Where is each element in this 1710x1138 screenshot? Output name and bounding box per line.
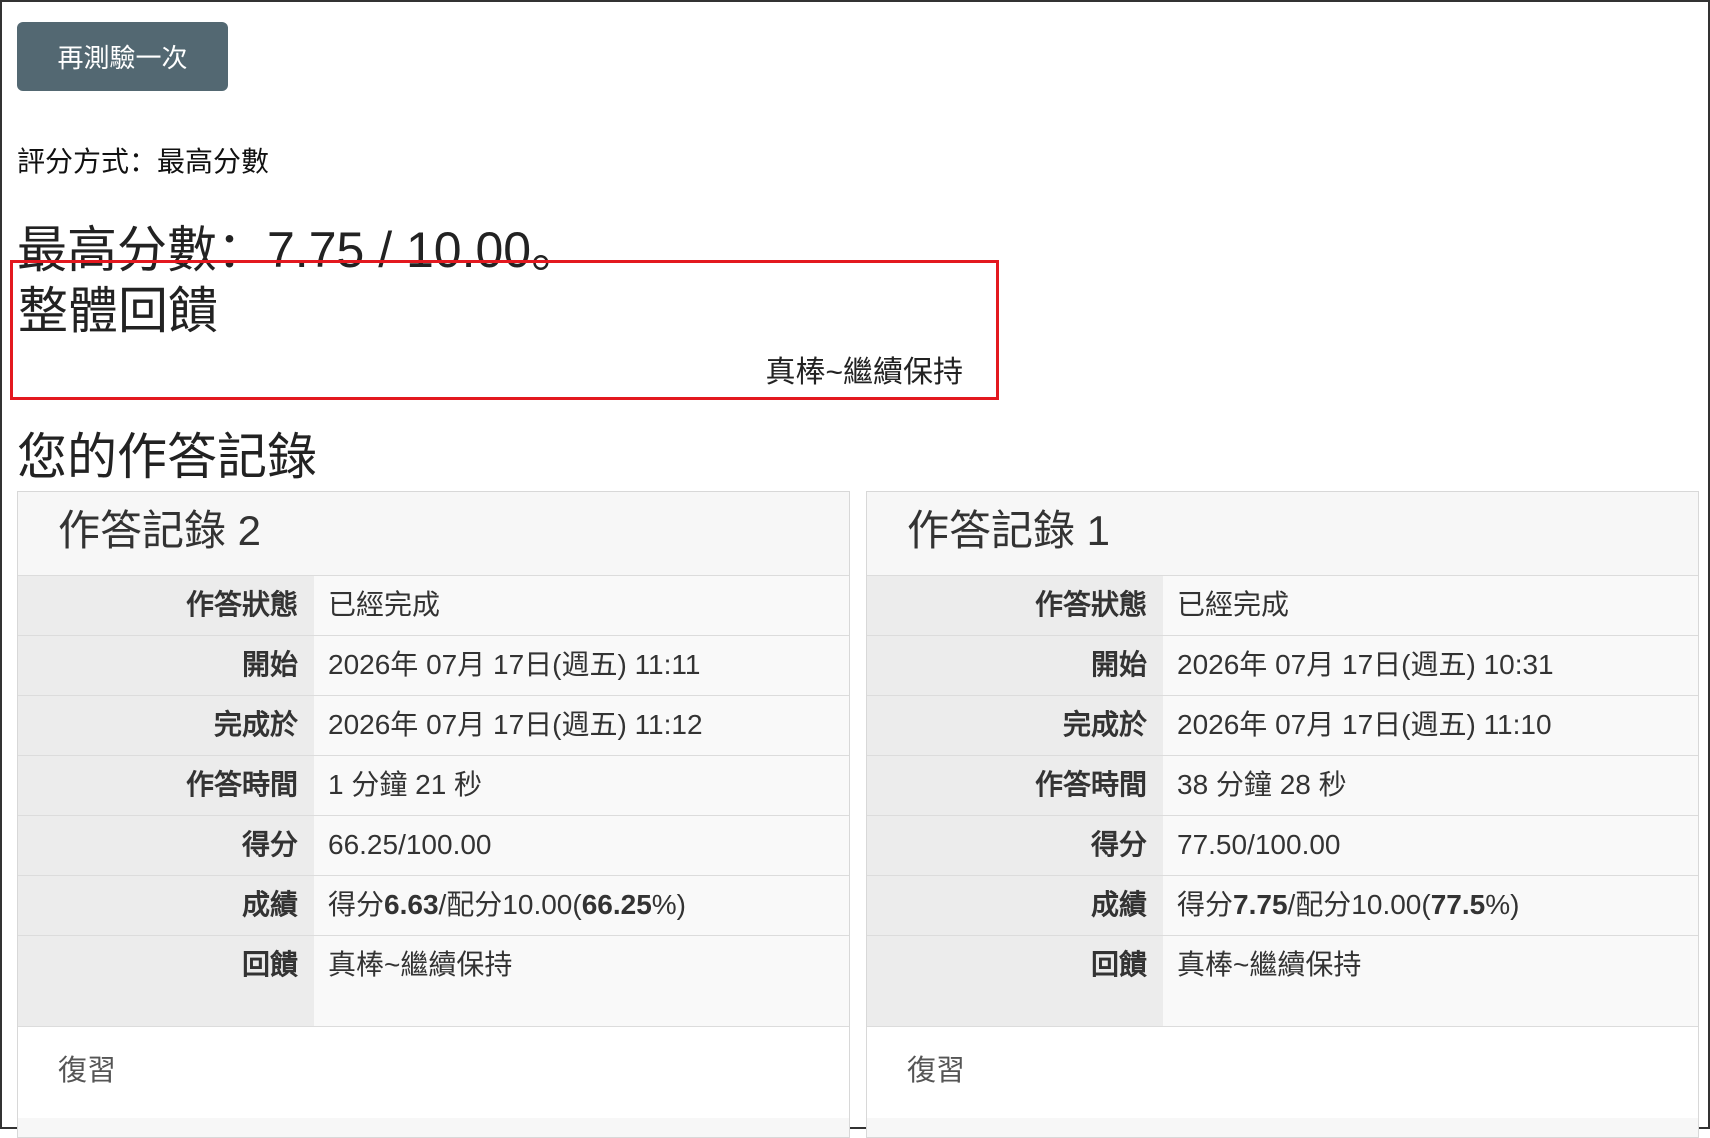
row-label: 開始: [867, 636, 1163, 695]
grade-mid: /配分10.00(: [1287, 889, 1431, 920]
grade-mid: /配分10.00(: [438, 889, 582, 920]
review-row: 復習: [18, 1026, 849, 1118]
review-row: 復習: [867, 1026, 1698, 1118]
row-value: 真棒~繼續保持: [1163, 936, 1698, 1026]
row-label: 完成於: [18, 696, 314, 755]
retry-quiz-button[interactable]: 再測驗一次: [17, 22, 228, 91]
attempt-row-grade: 成績 得分6.63/配分10.00(66.25%): [18, 876, 849, 936]
attempt-row-grade: 成績 得分7.75/配分10.00(77.5%): [867, 876, 1698, 936]
row-value: 2026年 07月 17日(週五) 11:10: [1163, 696, 1698, 755]
row-label: 作答時間: [18, 756, 314, 815]
grade-prefix: 得分: [328, 889, 385, 920]
attempt-row-score: 得分 66.25/100.00: [18, 816, 849, 876]
overall-feedback-text: 真棒~繼續保持: [765, 356, 963, 389]
grade-suffix: %): [651, 889, 687, 920]
row-value: 得分7.75/配分10.00(77.5%): [1163, 876, 1698, 935]
grade-suffix: %): [1485, 889, 1520, 920]
row-value: 得分6.63/配分10.00(66.25%): [314, 876, 849, 935]
attempt-row-feedback: 回饋 真棒~繼續保持: [18, 936, 849, 1026]
attempt-row-duration: 作答時間 38 分鐘 28 秒: [867, 756, 1698, 816]
attempt-row-status: 作答狀態 已經完成: [867, 576, 1698, 636]
row-label: 回饋: [867, 936, 1163, 1026]
row-value: 38 分鐘 28 秒: [1163, 756, 1698, 815]
attempt-title: 作答記錄 2: [18, 492, 849, 576]
attempt-title: 作答記錄 1: [867, 492, 1698, 576]
attempt-records-title: 您的作答記錄: [17, 429, 317, 485]
attempt-row-completed: 完成於 2026年 07月 17日(週五) 11:10: [867, 696, 1698, 756]
row-value: 2026年 07月 17日(週五) 10:31: [1163, 636, 1698, 695]
attempt-row-duration: 作答時間 1 分鐘 21 秒: [18, 756, 849, 816]
row-value: 已經完成: [1163, 576, 1698, 635]
grading-method: 評分方式：最高分數: [17, 146, 270, 177]
attempt-row-completed: 完成於 2026年 07月 17日(週五) 11:12: [18, 696, 849, 756]
review-link[interactable]: 復習: [58, 1055, 116, 1087]
row-label: 作答狀態: [867, 576, 1163, 635]
attempt-card: 作答記錄 1 作答狀態 已經完成 開始 2026年 07月 17日(週五) 10…: [866, 491, 1699, 1138]
row-label: 作答狀態: [18, 576, 314, 635]
row-label: 回饋: [18, 936, 314, 1026]
attempt-row-start: 開始 2026年 07月 17日(週五) 11:11: [18, 636, 849, 696]
attempt-card: 作答記錄 2 作答狀態 已經完成 開始 2026年 07月 17日(週五) 11…: [17, 491, 850, 1138]
row-label: 得分: [867, 816, 1163, 875]
grade-percent: 66.25: [581, 889, 652, 920]
row-label: 完成於: [867, 696, 1163, 755]
attempt-row-score: 得分 77.50/100.00: [867, 816, 1698, 876]
row-value: 已經完成: [314, 576, 849, 635]
grade-percent: 77.5: [1430, 889, 1486, 920]
row-value: 2026年 07月 17日(週五) 11:11: [314, 636, 849, 695]
overall-feedback-box: 整體回饋 真棒~繼續保持: [10, 260, 999, 400]
row-value: 2026年 07月 17日(週五) 11:12: [314, 696, 849, 755]
page-frame: 再測驗一次 評分方式：最高分數 最高分數：7.75 / 10.00。 整體回饋 …: [0, 0, 1710, 1138]
row-label: 得分: [18, 816, 314, 875]
grade-points: 7.75: [1233, 889, 1288, 920]
attempt-row-start: 開始 2026年 07月 17日(週五) 10:31: [867, 636, 1698, 696]
grade-points: 6.63: [384, 889, 439, 920]
review-link[interactable]: 復習: [907, 1055, 965, 1087]
grade-prefix: 得分: [1177, 889, 1234, 920]
row-value: 真棒~繼續保持: [314, 936, 849, 1026]
row-value: 66.25/100.00: [314, 816, 849, 875]
row-value: 1 分鐘 21 秒: [314, 756, 849, 815]
overall-feedback-title: 整體回饋: [18, 283, 218, 339]
attempt-row-feedback: 回饋 真棒~繼續保持: [867, 936, 1698, 1026]
row-value: 77.50/100.00: [1163, 816, 1698, 875]
attempt-row-status: 作答狀態 已經完成: [18, 576, 849, 636]
row-label: 成績: [867, 876, 1163, 935]
row-label: 成績: [18, 876, 314, 935]
row-label: 開始: [18, 636, 314, 695]
row-label: 作答時間: [867, 756, 1163, 815]
